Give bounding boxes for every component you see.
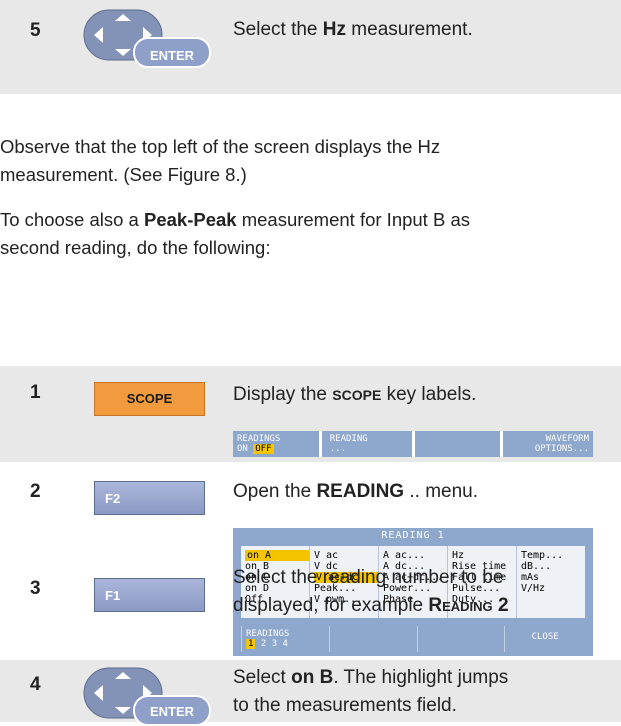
step-number: 5: [30, 20, 41, 41]
fkey-empty: [414, 431, 501, 457]
step-5-text: Select the Hz measurement.: [233, 19, 473, 40]
menu-key-readings: READINGS 1 2 3 4: [241, 626, 326, 652]
menu-key-empty-3: [416, 626, 502, 652]
scope-key-labels: READINGS ON OFF READING ... WAVEFORM OPT…: [233, 431, 593, 457]
enter-button: ENTER: [149, 704, 195, 719]
step-number: 3: [30, 578, 41, 599]
step-number: 2: [30, 481, 41, 502]
paragraph-observe: Observe that the top left of the screen …: [0, 136, 441, 185]
fkey-reading: READING ...: [321, 431, 412, 457]
step-number: 1: [30, 382, 41, 403]
menu-key-close: CLOSE: [504, 626, 585, 652]
step-2-text: Open the READING .. menu.: [233, 481, 478, 502]
menu-key-empty-2: [328, 626, 414, 652]
paragraph-peak-peak: To choose also a Peak-Peak measurement f…: [0, 209, 470, 258]
f1-key: F1: [94, 578, 205, 612]
step-3-text: Select the reading number to be displaye…: [233, 567, 509, 616]
f2-key: F2: [94, 481, 205, 515]
fkey-readings: READINGS ON OFF: [233, 431, 319, 457]
enter-button: ENTER: [149, 48, 195, 63]
fkey-waveform-options: WAVEFORM OPTIONS...: [503, 431, 593, 457]
step-1-text: Display the SCOPE key labels.: [233, 384, 477, 405]
menu-title: READING 1: [381, 530, 445, 541]
step-4-text: Select on B. The highlight jumps to the …: [233, 667, 509, 716]
menu-col-other: Temp... dB... mAs V/Hz: [521, 550, 564, 594]
scope-key: SCOPE: [94, 382, 205, 416]
step-number: 4: [30, 674, 41, 695]
menu-key-bar: READINGS 1 2 3 4 CLOSE: [241, 626, 585, 652]
